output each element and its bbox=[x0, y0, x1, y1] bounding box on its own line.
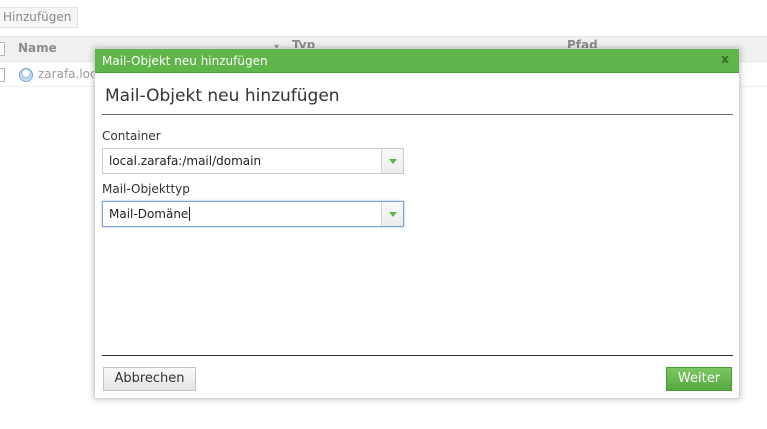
column-header-name[interactable]: Name bbox=[18, 41, 57, 55]
select-all-checkbox[interactable] bbox=[0, 42, 5, 56]
container-combobox[interactable]: local.zarafa:/mail/domain bbox=[102, 148, 404, 174]
chevron-down-icon bbox=[389, 159, 397, 164]
dialog-heading: Mail-Objekt neu hinzufügen bbox=[105, 86, 340, 106]
mail-domain-icon bbox=[19, 68, 33, 82]
close-icon[interactable]: x bbox=[718, 52, 732, 66]
container-label: Container bbox=[102, 129, 161, 143]
object-type-label: Mail-Objekttyp bbox=[102, 182, 190, 196]
dialog-window-title: Mail-Objekt neu hinzufügen bbox=[102, 54, 268, 68]
container-value[interactable]: local.zarafa:/mail/domain bbox=[109, 154, 261, 168]
add-button[interactable]: Hinzufügen bbox=[0, 7, 79, 28]
object-type-combobox[interactable]: Mail-Domäne bbox=[102, 201, 404, 227]
next-button[interactable]: Weiter bbox=[666, 367, 732, 391]
footer-divider bbox=[102, 355, 733, 356]
dialog-titlebar[interactable]: Mail-Objekt neu hinzufügen x bbox=[95, 49, 739, 73]
object-type-value: Mail-Domäne bbox=[109, 207, 189, 221]
add-mail-object-dialog: Mail-Objekt neu hinzufügen x Mail-Objekt… bbox=[94, 48, 740, 399]
cancel-button[interactable]: Abbrechen bbox=[103, 367, 196, 391]
object-type-dropdown-trigger[interactable] bbox=[381, 202, 403, 226]
text-caret bbox=[189, 207, 191, 221]
row-checkbox[interactable] bbox=[0, 68, 5, 82]
heading-divider bbox=[102, 114, 733, 115]
container-dropdown-trigger[interactable] bbox=[381, 149, 403, 173]
object-type-value-wrap[interactable]: Mail-Domäne bbox=[109, 207, 191, 221]
chevron-down-icon bbox=[389, 212, 397, 217]
